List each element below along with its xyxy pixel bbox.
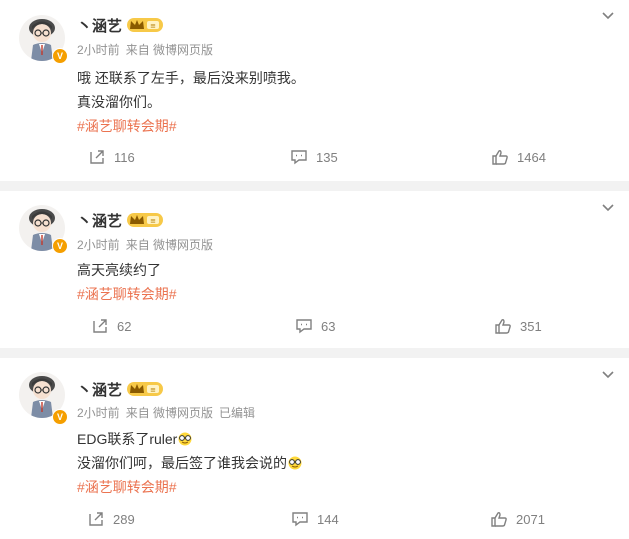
thumbs-up-icon	[491, 512, 507, 527]
comment-icon	[292, 512, 308, 527]
repost-count: 289	[113, 511, 135, 527]
svg-text:≡: ≡	[150, 22, 156, 30]
verified-badge: V	[52, 409, 68, 425]
comment-button[interactable]: 63	[295, 318, 335, 334]
svg-text:≡: ≡	[150, 217, 156, 225]
hashtag-link[interactable]: #涵艺聊转会期#	[77, 479, 177, 495]
post-time[interactable]: 2小时前	[77, 406, 120, 420]
repost-count: 62	[117, 318, 132, 334]
repost-button[interactable]: 62	[91, 318, 131, 334]
post-meta: 2小时前 来自 微博网页版	[77, 41, 219, 58]
post-content: 高天亮续约了 #涵艺聊转会期#	[77, 258, 177, 306]
post-card: V 丶涵艺 ≡ 2小时前 来自 微博网页版 已编辑 EDG联系了ruler 没溜你们…	[0, 358, 629, 539]
glasses-emoji-icon	[288, 456, 302, 470]
post-content: EDG联系了ruler 没溜你们呵，最后签了谁我会说的 #涵艺聊转会期#	[77, 427, 303, 499]
post-card: V 丶涵艺 ≡ 2小时前 来自 微博网页版 哦 还联系了左手，最后没来别喷我。 真…	[0, 0, 629, 181]
post-time[interactable]: 2小时前	[77, 238, 120, 252]
like-count: 1464	[517, 149, 546, 165]
post-text-line: 没溜你们呵，最后签了谁我会说的	[77, 455, 287, 471]
post-text-line: 真没溜你们。	[77, 94, 161, 110]
comment-button[interactable]: 144	[291, 511, 339, 527]
repost-button[interactable]: 289	[87, 511, 135, 527]
comment-icon	[296, 319, 312, 334]
post-content: 哦 还联系了左手，最后没来别喷我。 真没溜你们。 #涵艺聊转会期#	[77, 66, 305, 138]
chevron-down-icon[interactable]	[601, 203, 615, 213]
post-separator	[0, 181, 629, 191]
like-button[interactable]: 351	[494, 318, 542, 334]
thumbs-up-icon	[492, 150, 508, 165]
vip-crown-icon: ≡	[127, 382, 163, 396]
like-button[interactable]: 1464	[491, 149, 546, 165]
verified-badge: V	[52, 48, 68, 64]
repost-count: 116	[114, 149, 135, 165]
edited-label[interactable]: 已编辑	[219, 406, 255, 420]
post-separator	[0, 348, 629, 358]
comment-icon	[291, 150, 307, 165]
hashtag-link[interactable]: #涵艺聊转会期#	[77, 286, 177, 302]
post-meta: 2小时前 来自 微博网页版 已编辑	[77, 404, 261, 421]
comment-count: 144	[317, 511, 339, 527]
author-name[interactable]: 丶涵艺	[77, 210, 122, 231]
glasses-emoji-icon	[178, 432, 192, 446]
post-card: V 丶涵艺 ≡ 2小时前 来自 微博网页版 高天亮续约了 #涵艺聊转会期# 62 …	[0, 191, 629, 348]
post-text-line: 高天亮续约了	[77, 262, 161, 278]
repost-icon	[90, 150, 104, 164]
vip-crown-icon: ≡	[127, 18, 163, 32]
comment-count: 135	[316, 149, 338, 165]
post-source: 来自 微博网页版	[125, 238, 214, 252]
vip-crown-icon: ≡	[127, 213, 163, 227]
post-meta: 2小时前 来自 微博网页版	[77, 236, 219, 253]
post-source: 来自 微博网页版	[125, 406, 214, 420]
repost-icon	[93, 319, 107, 333]
like-button[interactable]: 2071	[490, 511, 545, 527]
post-source: 来自 微博网页版	[125, 43, 214, 57]
repost-icon	[89, 512, 103, 526]
chevron-down-icon[interactable]	[601, 11, 615, 21]
verified-badge: V	[52, 238, 68, 254]
author-name[interactable]: 丶涵艺	[77, 379, 122, 400]
thumbs-up-icon	[495, 319, 511, 334]
hashtag-link[interactable]: #涵艺聊转会期#	[77, 118, 177, 134]
post-text-line: 哦 还联系了左手，最后没来别喷我。	[77, 70, 305, 86]
like-count: 2071	[516, 511, 545, 527]
comment-count: 63	[321, 318, 336, 334]
post-time[interactable]: 2小时前	[77, 43, 120, 57]
comment-button[interactable]: 135	[290, 149, 338, 165]
like-count: 351	[520, 318, 542, 334]
chevron-down-icon[interactable]	[601, 370, 615, 380]
svg-text:≡: ≡	[150, 386, 156, 394]
post-text-line: EDG联系了ruler	[77, 431, 178, 447]
repost-button[interactable]: 116	[88, 149, 135, 165]
author-name[interactable]: 丶涵艺	[77, 15, 122, 36]
